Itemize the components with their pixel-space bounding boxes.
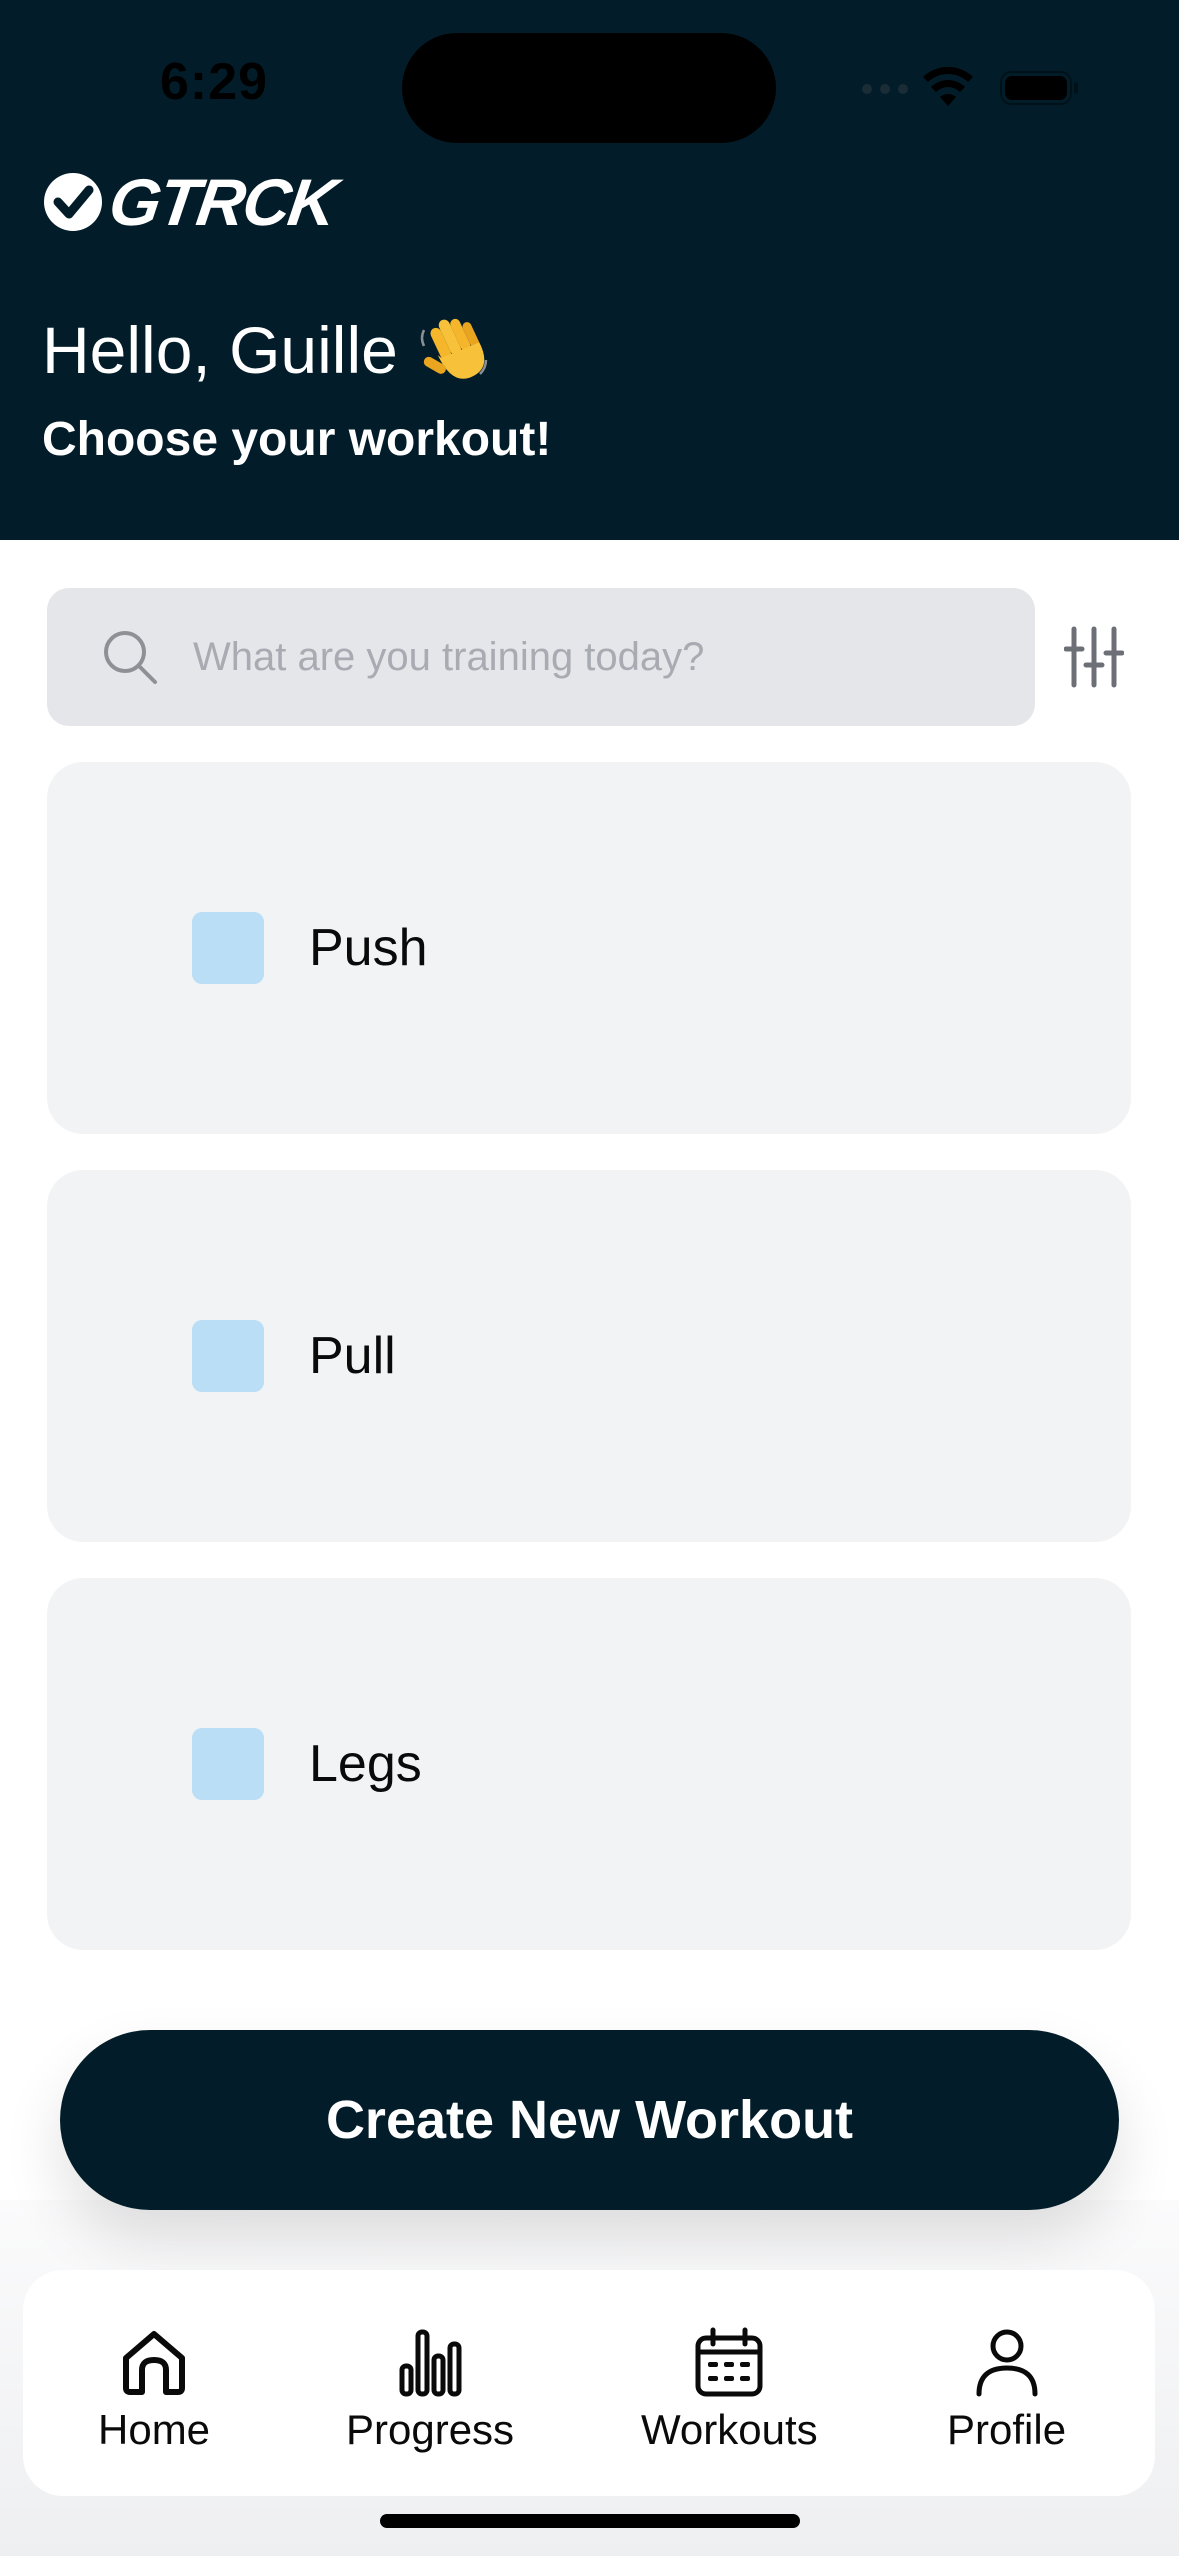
- tab-label: Workouts: [641, 2406, 818, 2453]
- dynamic-island: [402, 33, 776, 143]
- filter-sliders-icon[interactable]: [1064, 625, 1124, 689]
- workout-color-swatch: [192, 912, 264, 984]
- workout-card-pull[interactable]: Pull: [47, 1170, 1131, 1542]
- search-icon: [104, 631, 157, 684]
- workout-card-label: Push: [309, 919, 428, 977]
- header: 6:29 GTRCK Hello, Guille Choose your wor…: [0, 0, 1179, 540]
- workout-card-push[interactable]: Push: [47, 762, 1131, 1134]
- greeting: Hello, Guille: [42, 310, 492, 390]
- workout-color-swatch: [192, 1320, 264, 1392]
- status-time: 6:29: [160, 53, 269, 111]
- tab-label: Profile: [947, 2406, 1067, 2453]
- search-input[interactable]: [193, 622, 993, 692]
- app-logo: GTRCK: [42, 165, 340, 239]
- greeting-text: Hello, Guille: [42, 313, 398, 387]
- tab-progress[interactable]: Progress: [346, 2326, 514, 2454]
- wifi-icon: [923, 66, 973, 106]
- home-indicator[interactable]: [380, 2514, 800, 2528]
- bar-chart-icon: [399, 2329, 462, 2397]
- workout-card-label: Legs: [309, 1735, 422, 1793]
- calendar-icon: [695, 2327, 763, 2397]
- waving-hand-icon: [420, 318, 488, 379]
- battery-icon: [1000, 71, 1078, 105]
- page-subtitle: Choose your workout!: [42, 413, 552, 466]
- create-workout-button[interactable]: Create New Workout: [60, 2030, 1119, 2210]
- tab-label: Progress: [346, 2406, 515, 2453]
- check-badge-icon: [44, 173, 102, 231]
- tab-bar: Home Progress Workouts Profile: [23, 2270, 1155, 2496]
- search-bar[interactable]: [47, 588, 1035, 726]
- logo-text: GTRCK: [104, 165, 340, 239]
- tab-workouts[interactable]: Workouts: [641, 2326, 818, 2454]
- cellular-signal-icon: [862, 84, 908, 94]
- tab-label: Home: [98, 2406, 211, 2453]
- tab-profile[interactable]: Profile: [947, 2326, 1066, 2454]
- user-icon: [976, 2329, 1038, 2397]
- workout-card-label: Pull: [309, 1327, 396, 1385]
- tab-home[interactable]: Home: [98, 2326, 210, 2454]
- workout-card-legs[interactable]: Legs: [47, 1578, 1131, 1950]
- home-icon: [123, 2331, 186, 2395]
- workout-color-swatch: [192, 1728, 264, 1800]
